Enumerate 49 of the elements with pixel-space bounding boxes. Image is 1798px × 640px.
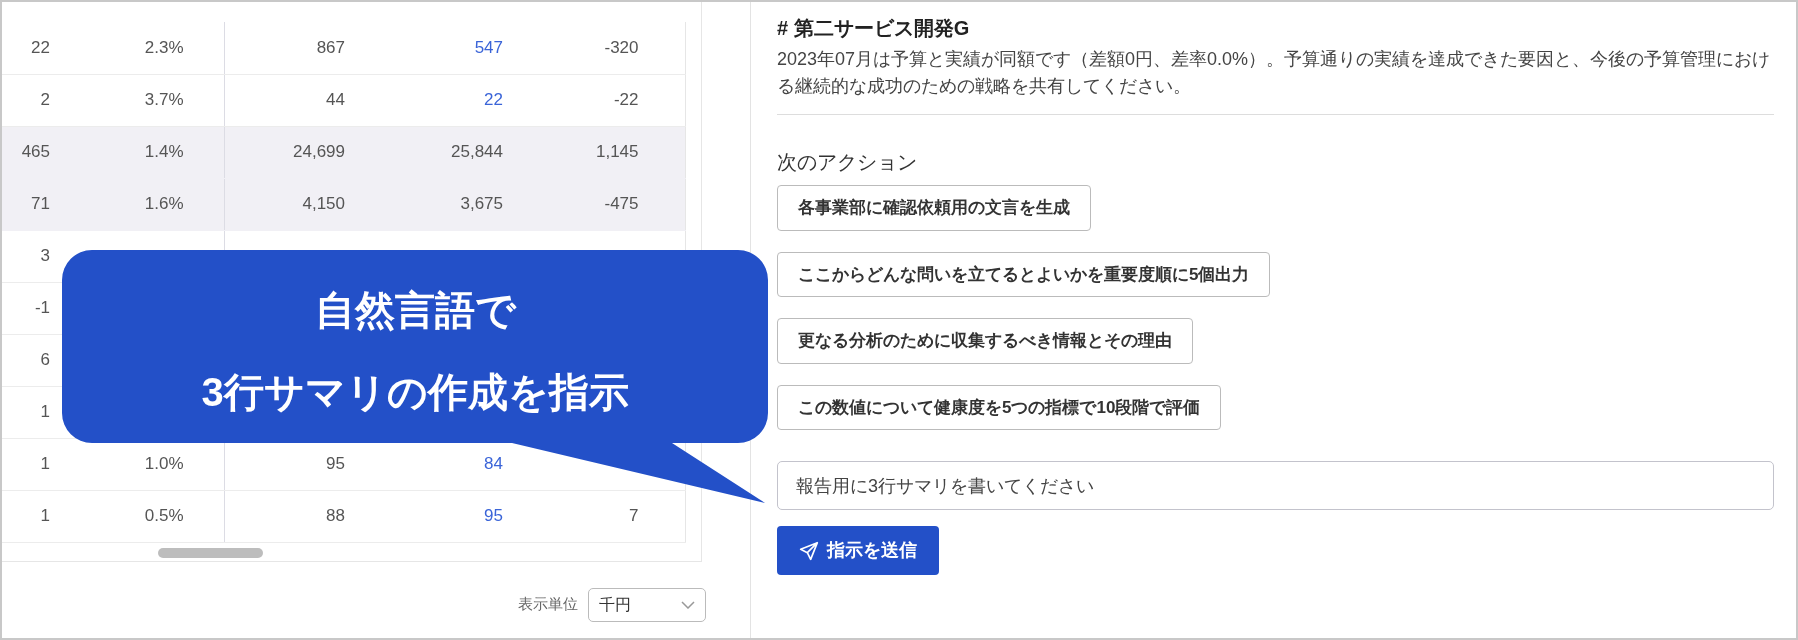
table-cell: 3.7% bbox=[144, 90, 184, 110]
message-text: 2023年07月は予算と実績が同額です（差額0円、差率0.0%）。予算通りの実績を達成できた要因と、今後の予算管理における継続的な成功のための戦略を共有してください。 bbox=[777, 46, 1774, 115]
table-cell: 7 bbox=[629, 506, 639, 526]
table-cell: 2 bbox=[40, 90, 50, 110]
action-button[interactable]: この数値について健康度を5つの指標で10段階で評価 bbox=[777, 384, 1222, 430]
scrollbar-thumb[interactable] bbox=[158, 547, 263, 558]
table-cell: 24,699 bbox=[293, 142, 345, 162]
chevron-down-icon bbox=[681, 600, 695, 609]
table-cell: -320 bbox=[604, 38, 639, 57]
section-heading: # 第二サービス開発G bbox=[777, 16, 971, 40]
table-cell: 6 bbox=[40, 350, 50, 370]
unit-select[interactable]: 千円 bbox=[588, 587, 706, 622]
table-cell: -22 bbox=[613, 90, 639, 110]
table-cell: -475 bbox=[604, 194, 639, 214]
send-icon bbox=[799, 540, 819, 561]
callout-text: 自然言語で bbox=[313, 287, 518, 334]
table-cell: 71 bbox=[31, 194, 50, 214]
table-cell: 44 bbox=[326, 90, 345, 110]
actions-title: 次のアクション bbox=[777, 150, 918, 175]
send-button[interactable]: 指示を送信 bbox=[777, 526, 939, 575]
prompt-input[interactable]: 報告用に3行サマリを書いてください bbox=[777, 461, 1774, 510]
action-button[interactable]: 更なる分析のために収集するべき情報とその理由 bbox=[777, 318, 1193, 364]
table-cell: 1.4% bbox=[144, 142, 184, 162]
table-cell: 1 bbox=[40, 454, 50, 474]
table-cell: 25,844 bbox=[451, 142, 503, 162]
value-link[interactable]: 22 bbox=[484, 90, 503, 110]
table-cell: 95 bbox=[326, 454, 345, 474]
value-link[interactable]: 84 bbox=[484, 454, 503, 474]
table-cell: 3,675 bbox=[460, 194, 503, 214]
action-button[interactable]: 各事業部に確認依頼用の文言を生成 bbox=[777, 185, 1091, 231]
table-cell: 2.3% bbox=[144, 38, 184, 57]
value-link[interactable]: 547 bbox=[474, 38, 503, 57]
table-cell: 1 bbox=[40, 506, 50, 526]
table-cell: 22 bbox=[31, 38, 50, 57]
unit-label: 表示単位 bbox=[518, 594, 578, 615]
table-cell: 1 bbox=[40, 402, 50, 422]
callout-text: 3行サマリの作成を指示 bbox=[200, 369, 630, 416]
table-cell: 465 bbox=[21, 142, 50, 162]
table-cell: 4,150 bbox=[302, 194, 345, 214]
table-cell: 867 bbox=[316, 38, 345, 57]
table-cell: 1.0% bbox=[144, 454, 184, 474]
action-button[interactable]: ここからどんな問いを立てるとよいかを重要度順に5個出力 bbox=[777, 251, 1271, 297]
table-cell: 1,145 bbox=[595, 142, 639, 162]
value-link[interactable]: 95 bbox=[484, 506, 503, 526]
table-cell: 3 bbox=[40, 246, 50, 266]
table-cell: 0.5% bbox=[144, 506, 184, 526]
table-cell: 88 bbox=[326, 506, 345, 526]
table-cell: 1.6% bbox=[144, 194, 184, 214]
table-cell: -1 bbox=[34, 298, 50, 318]
